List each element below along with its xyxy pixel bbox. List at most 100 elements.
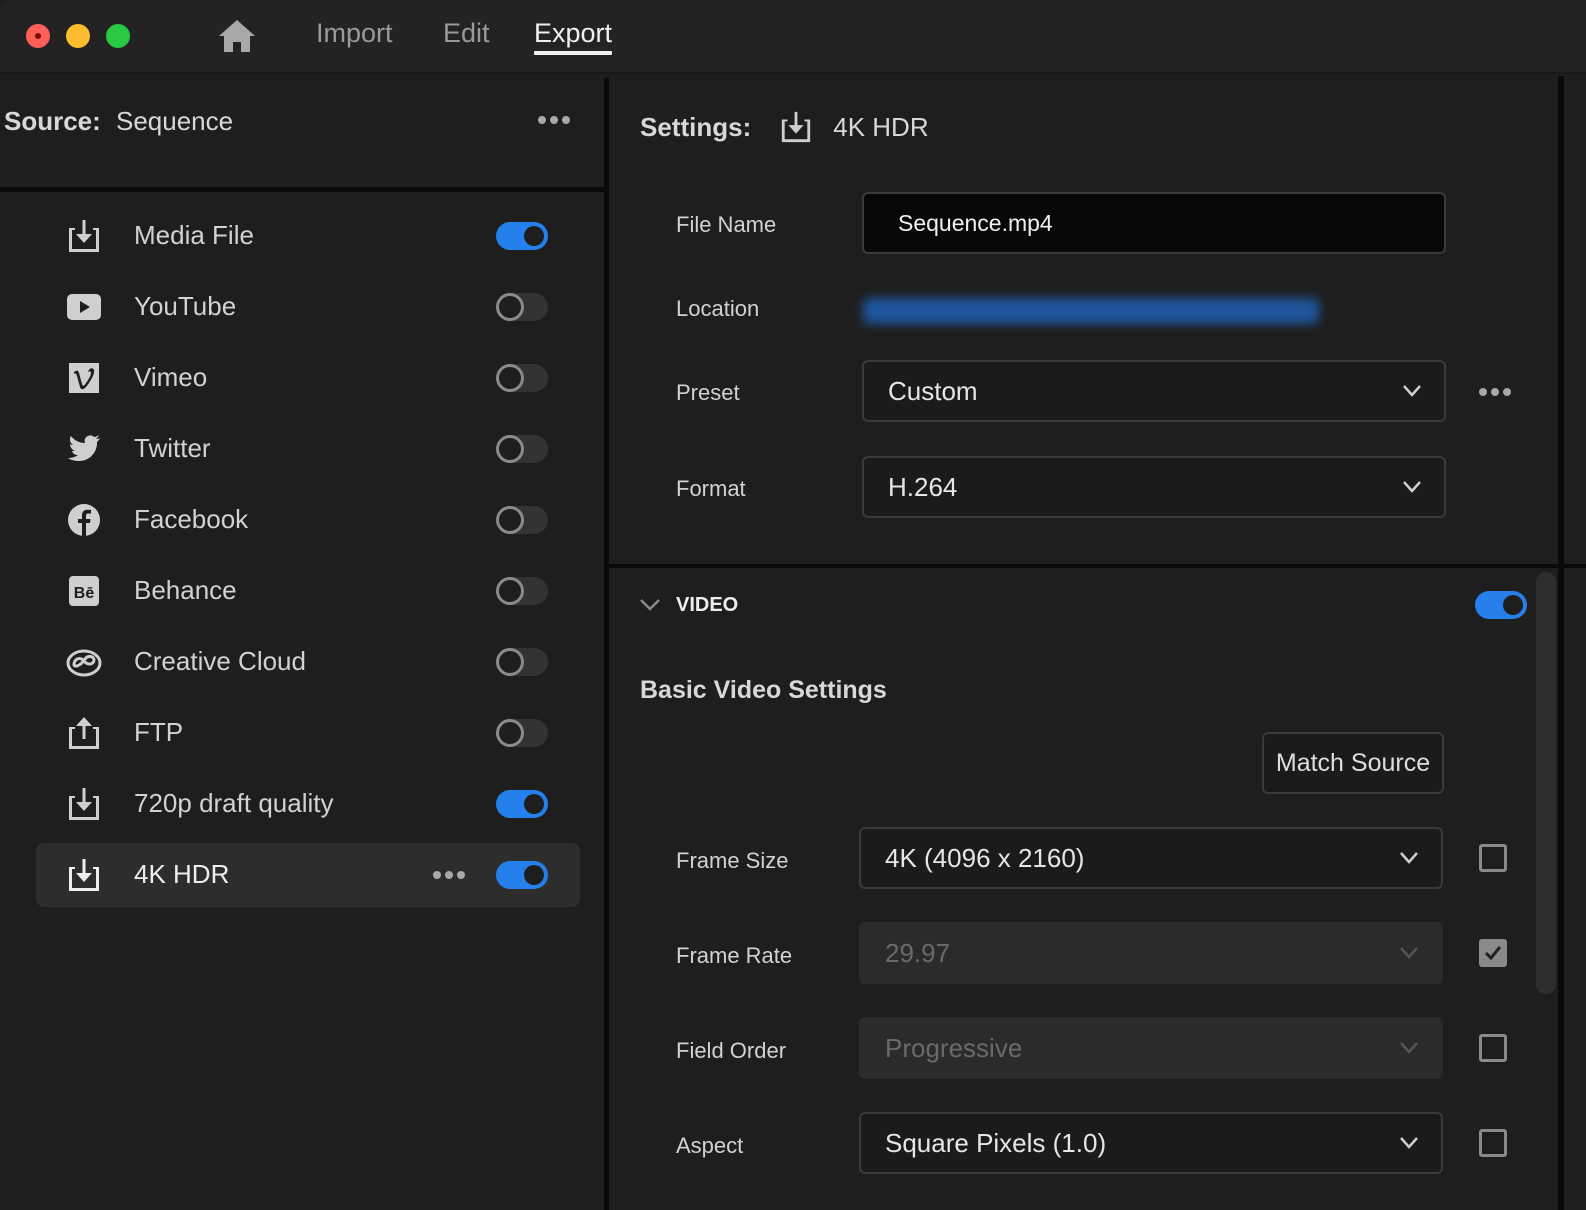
- video-section-title: VIDEO: [676, 594, 739, 616]
- frame-rate-select: 29.97: [859, 922, 1443, 984]
- download-tray-icon: [69, 788, 99, 820]
- source-header: Source: Sequence: [0, 76, 604, 192]
- home-icon[interactable]: [218, 18, 256, 54]
- destination-toggle[interactable]: [496, 364, 548, 392]
- location-link[interactable]: [863, 298, 1319, 324]
- destination-vimeo[interactable]: Vimeo: [36, 346, 580, 410]
- destination-toggle[interactable]: [496, 577, 548, 605]
- destination-behance[interactable]: Bē Behance: [36, 559, 580, 623]
- destination-720p-draft-quality[interactable]: 720p draft quality: [36, 772, 580, 836]
- svg-text:Bē: Bē: [74, 585, 95, 602]
- download-tray-icon: [782, 111, 811, 143]
- destination-label: Creative Cloud: [134, 646, 306, 676]
- more-dot-icon: [550, 116, 558, 124]
- destination-more-button[interactable]: [433, 871, 465, 879]
- more-dot-icon: [1491, 388, 1499, 396]
- aspect-select[interactable]: Square Pixels (1.0): [859, 1112, 1443, 1174]
- file-name-label: File Name: [676, 212, 777, 237]
- destination-label: Media File: [134, 220, 254, 250]
- frame-rate-value: 29.97: [885, 938, 951, 968]
- destination-creative-cloud[interactable]: Creative Cloud: [36, 630, 580, 694]
- destination-toggle[interactable]: [496, 506, 548, 534]
- tab-import[interactable]: Import: [316, 18, 393, 49]
- frame-size-select[interactable]: 4K (4096 x 2160): [859, 827, 1443, 889]
- location-label: Location: [676, 296, 760, 321]
- frame-rate-checkbox[interactable]: [1479, 939, 1507, 967]
- zoom-window-button[interactable]: [106, 24, 130, 48]
- source-value: Sequence: [116, 106, 234, 136]
- twitter-icon: [68, 435, 100, 461]
- source-more-button[interactable]: [538, 116, 570, 124]
- destinations-panel: Source: Sequence Media File YouTube Vime…: [0, 76, 606, 1210]
- minimize-window-button[interactable]: [66, 24, 90, 48]
- frame-size-value: 4K (4096 x 2160): [885, 843, 1085, 873]
- more-dot-icon: [1503, 388, 1511, 396]
- video-toggle[interactable]: [1475, 591, 1527, 619]
- destination-media-file[interactable]: Media File: [36, 204, 580, 268]
- more-dot-icon: [457, 871, 465, 879]
- more-dot-icon: [1479, 388, 1487, 396]
- destination-youtube[interactable]: YouTube: [36, 275, 580, 339]
- checkmark-icon: [1484, 946, 1502, 961]
- aspect-checkbox[interactable]: [1479, 1129, 1507, 1157]
- aspect-label: Aspect: [676, 1133, 744, 1158]
- preset-more-button[interactable]: [1479, 388, 1511, 396]
- preset-value: Custom: [888, 376, 978, 406]
- file-name-input[interactable]: [862, 192, 1446, 254]
- format-select[interactable]: H.264: [862, 456, 1446, 518]
- section-divider: [609, 564, 1586, 568]
- format-label: Format: [676, 476, 746, 501]
- chevron-down-icon[interactable]: [639, 598, 661, 612]
- tab-export[interactable]: Export: [534, 18, 613, 55]
- aspect-value: Square Pixels (1.0): [885, 1128, 1107, 1158]
- frame-rate-label: Frame Rate: [676, 943, 793, 968]
- destination-4k-hdr[interactable]: 4K HDR: [36, 843, 580, 907]
- destination-ftp[interactable]: FTP: [36, 701, 580, 765]
- upload-tray-icon: [69, 717, 99, 749]
- tab-edit[interactable]: Edit: [443, 18, 490, 49]
- close-window-button[interactable]: [26, 24, 50, 48]
- field-order-select: Progressive: [859, 1017, 1443, 1079]
- preset-label: Preset: [676, 380, 740, 405]
- destination-toggle[interactable]: [496, 435, 548, 463]
- more-dot-icon: [538, 116, 546, 124]
- destination-toggle[interactable]: [496, 790, 548, 818]
- destination-label: Twitter: [134, 433, 211, 463]
- title-bar: Import Edit Export: [0, 0, 1586, 74]
- destination-toggle[interactable]: [496, 222, 548, 250]
- settings-panel: Settings: 4K HDR File Name Location Pres…: [609, 76, 1586, 1210]
- more-dot-icon: [562, 116, 570, 124]
- destination-label: Behance: [134, 575, 237, 605]
- settings-header: Settings: 4K HDR: [640, 110, 929, 144]
- destination-label: 4K HDR: [134, 859, 230, 889]
- preset-select[interactable]: Custom: [862, 360, 1446, 422]
- facebook-icon: [68, 504, 100, 536]
- destination-toggle[interactable]: [496, 719, 548, 747]
- vimeo-icon: [69, 363, 99, 393]
- chevron-down-icon: [1400, 1042, 1418, 1054]
- chevron-down-icon: [1400, 947, 1418, 959]
- destination-twitter[interactable]: Twitter: [36, 417, 580, 481]
- window-edge: [1558, 76, 1564, 1210]
- destination-toggle[interactable]: [496, 861, 548, 889]
- format-value: H.264: [888, 472, 958, 502]
- match-source-button[interactable]: Match Source: [1262, 732, 1444, 794]
- destination-facebook[interactable]: Facebook: [36, 488, 580, 552]
- creative-cloud-icon: [66, 649, 102, 677]
- settings-label: Settings:: [640, 111, 752, 142]
- chevron-down-icon: [1400, 852, 1418, 864]
- frame-size-checkbox[interactable]: [1479, 844, 1507, 872]
- chevron-down-icon: [1403, 385, 1421, 397]
- more-dot-icon: [445, 871, 453, 879]
- source-label: Source:: [4, 106, 101, 136]
- settings-preset-name: 4K HDR: [833, 111, 929, 142]
- download-tray-icon: [69, 859, 99, 891]
- destination-toggle[interactable]: [496, 648, 548, 676]
- destination-label: YouTube: [134, 291, 237, 321]
- settings-scrollbar[interactable]: [1536, 572, 1556, 994]
- destination-toggle[interactable]: [496, 293, 548, 321]
- youtube-icon: [67, 294, 101, 320]
- download-tray-icon: [69, 220, 99, 252]
- field-order-checkbox[interactable]: [1479, 1034, 1507, 1062]
- destination-label: 720p draft quality: [134, 788, 334, 818]
